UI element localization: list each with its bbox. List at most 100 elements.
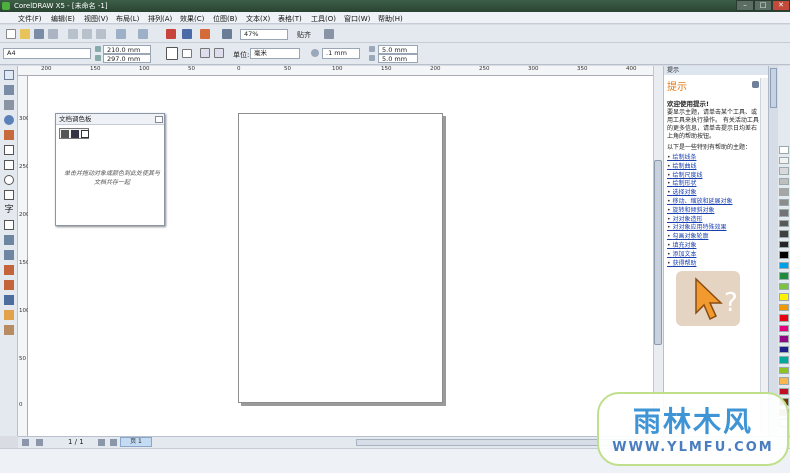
minimize-button[interactable]: –	[736, 0, 754, 11]
color-swatch[interactable]	[779, 314, 789, 322]
connector-tool-icon[interactable]	[4, 250, 14, 260]
dimension-tool-icon[interactable]	[4, 235, 14, 245]
crop-tool-icon[interactable]	[4, 100, 14, 110]
text-tool-icon[interactable]: 字	[4, 205, 14, 215]
polygon-tool-icon[interactable]	[4, 190, 14, 200]
color-swatch[interactable]	[779, 219, 789, 227]
document-palette-docker[interactable]: 文档调色板 单击并拖动对象或颜色到此处使其与文档共存一起	[55, 113, 165, 226]
current-page-icon[interactable]	[214, 48, 224, 58]
rectangle-tool-icon[interactable]	[4, 160, 14, 170]
page-tab[interactable]: 页 1	[120, 437, 152, 447]
interactive-fill-tool-icon[interactable]	[4, 325, 14, 335]
maximize-button[interactable]: □	[754, 0, 772, 11]
duplicate-distance-x-input[interactable]: 5.0 mm	[378, 45, 418, 54]
color-swatch[interactable]	[779, 335, 789, 343]
vertical-scroll-thumb[interactable]	[654, 160, 662, 345]
horizontal-ruler[interactable]: 200 150 100 50 0 50 100 150 200 250 300 …	[18, 66, 663, 76]
portrait-icon[interactable]	[166, 47, 178, 60]
hint-link[interactable]: 选择对象	[667, 189, 759, 198]
units-select[interactable]: 毫米	[250, 48, 300, 59]
hint-link[interactable]: 旋转和倾斜对象	[667, 207, 759, 216]
color-swatch[interactable]	[779, 356, 789, 364]
color-swatch[interactable]	[779, 303, 789, 311]
options-icon[interactable]	[324, 29, 334, 39]
document-page[interactable]	[238, 113, 443, 403]
color-swatch[interactable]	[779, 282, 789, 290]
menu-window[interactable]: 窗口(W)	[344, 14, 370, 24]
zoom-tool-icon[interactable]	[4, 115, 14, 125]
hint-link[interactable]: 移动、缩放和延展对象	[667, 198, 759, 207]
pick-tool-icon[interactable]	[4, 70, 14, 80]
open-icon[interactable]	[20, 29, 30, 39]
zoom-level-select[interactable]: 47%	[240, 29, 288, 40]
color-swatch[interactable]	[779, 272, 789, 280]
menu-file[interactable]: 文件(F)	[18, 14, 42, 24]
hint-link[interactable]: 绘制线条	[667, 154, 759, 163]
redo-icon[interactable]	[138, 29, 148, 39]
color-swatch[interactable]	[779, 240, 789, 248]
new-icon[interactable]	[6, 29, 16, 39]
blend-tool-icon[interactable]	[4, 265, 14, 275]
copy-icon[interactable]	[82, 29, 92, 39]
color-swatch[interactable]	[779, 209, 789, 217]
application-launcher-icon[interactable]	[222, 29, 232, 39]
color-swatch[interactable]	[779, 261, 789, 269]
menu-view[interactable]: 视图(V)	[84, 14, 108, 24]
hints-tab-header[interactable]: 提示	[664, 66, 769, 75]
menu-arrange[interactable]: 排列(A)	[148, 14, 172, 24]
color-swatch[interactable]	[779, 366, 789, 374]
previous-page-icon[interactable]	[36, 439, 43, 446]
hint-link[interactable]: 绘制形状	[667, 180, 759, 189]
color-swatch[interactable]	[779, 198, 789, 206]
no-color-icon[interactable]	[81, 130, 89, 138]
color-swatch[interactable]	[779, 345, 789, 353]
cut-icon[interactable]	[68, 29, 78, 39]
hint-link[interactable]: 勾画对象轮廓	[667, 233, 759, 242]
hint-link[interactable]: 绘制曲线	[667, 163, 759, 172]
all-pages-icon[interactable]	[200, 48, 210, 58]
hint-link[interactable]: 对对象应用特殊效果	[667, 224, 759, 233]
color-swatch[interactable]	[779, 146, 789, 154]
undo-icon[interactable]	[116, 29, 126, 39]
eyedropper-icon[interactable]	[71, 130, 79, 138]
freehand-tool-icon[interactable]	[4, 130, 14, 140]
last-page-icon[interactable]	[110, 439, 117, 446]
menu-help[interactable]: 帮助(H)	[378, 14, 403, 24]
page-height-input[interactable]: 297.0 mm	[103, 54, 151, 63]
menu-tools[interactable]: 工具(O)	[311, 14, 336, 24]
hint-link[interactable]: 填充对象	[667, 242, 759, 251]
color-swatch[interactable]	[779, 324, 789, 332]
docker-close-button[interactable]	[155, 116, 163, 123]
landscape-icon[interactable]	[182, 49, 192, 58]
menu-bitmaps[interactable]: 位图(B)	[213, 14, 237, 24]
export-icon[interactable]	[182, 29, 192, 39]
docker-tab-strip[interactable]	[768, 66, 778, 436]
import-icon[interactable]	[166, 29, 176, 39]
smart-fill-tool-icon[interactable]	[4, 145, 14, 155]
snap-to-dropdown[interactable]: 贴齐	[297, 30, 311, 40]
color-swatch[interactable]	[779, 251, 789, 259]
first-page-icon[interactable]	[22, 439, 29, 446]
color-swatch[interactable]	[779, 156, 789, 164]
color-swatch[interactable]	[779, 188, 789, 196]
color-swatch[interactable]	[779, 293, 789, 301]
hints-docker-tab[interactable]	[770, 68, 777, 108]
paste-icon[interactable]	[96, 29, 106, 39]
table-tool-icon[interactable]	[4, 220, 14, 230]
menu-edit[interactable]: 编辑(E)	[51, 14, 75, 24]
color-swatch[interactable]	[779, 230, 789, 238]
color-swatch[interactable]	[779, 177, 789, 185]
nudge-distance-input[interactable]: .1 mm	[322, 48, 360, 59]
vertical-ruler[interactable]: 300 250 200 150 100 50 0	[18, 76, 30, 436]
help-icon[interactable]	[752, 81, 759, 88]
ellipse-tool-icon[interactable]	[4, 175, 14, 185]
add-color-icon[interactable]	[61, 130, 69, 138]
outline-tool-icon[interactable]	[4, 295, 14, 305]
next-page-icon[interactable]	[98, 439, 105, 446]
color-swatch[interactable]	[779, 377, 789, 385]
duplicate-distance-y-input[interactable]: 5.0 mm	[378, 54, 418, 63]
fill-tool-icon[interactable]	[4, 310, 14, 320]
hints-scrollbar[interactable]	[760, 78, 768, 433]
eyedropper-tool-icon[interactable]	[4, 280, 14, 290]
menu-text[interactable]: 文本(X)	[246, 14, 270, 24]
